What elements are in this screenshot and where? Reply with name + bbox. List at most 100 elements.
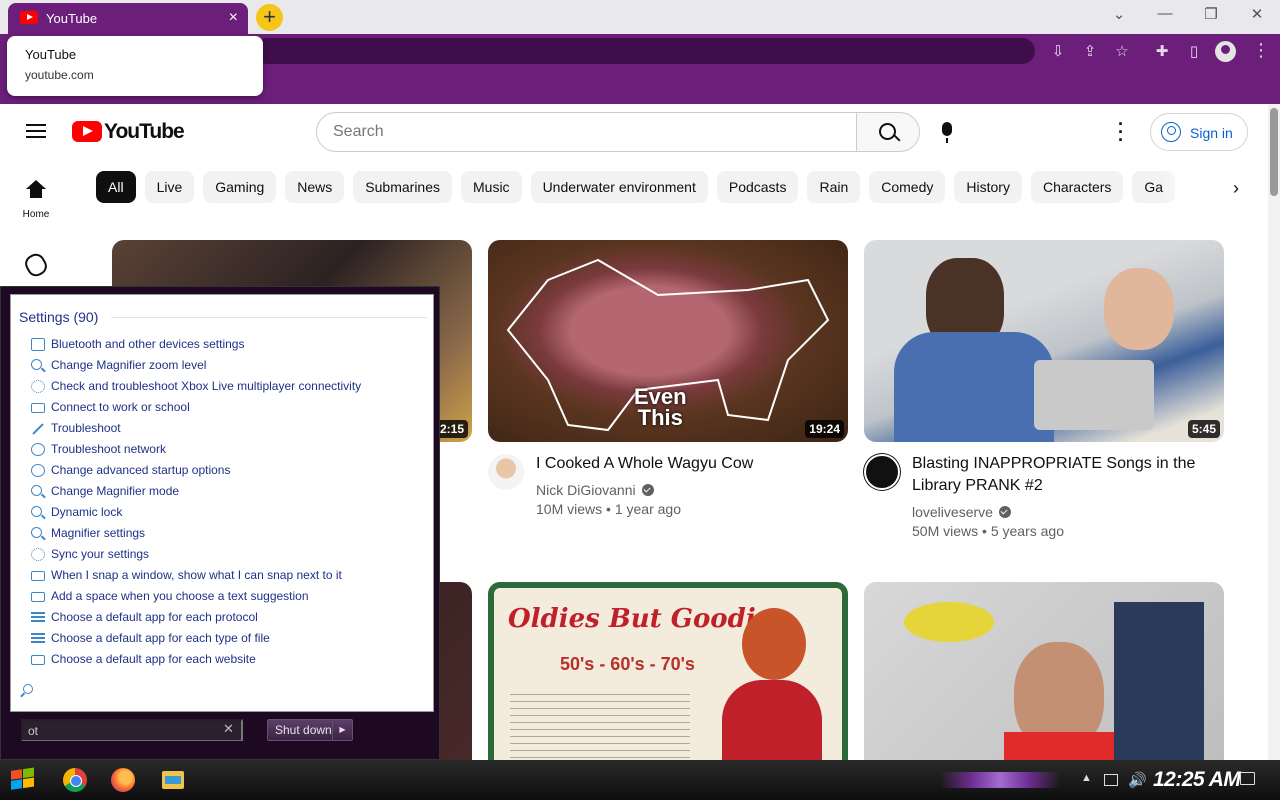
video-title-wagyu[interactable]: I Cooked A Whole Wagyu Cow: [536, 453, 846, 475]
new-tab-button[interactable]: +: [256, 4, 283, 31]
chip-history[interactable]: History: [954, 171, 1022, 203]
snap-icon: [31, 571, 45, 581]
results-category-header[interactable]: Settings (90): [19, 309, 98, 325]
result-item[interactable]: Change advanced startup options: [31, 460, 361, 481]
chip-submarines[interactable]: Submarines: [353, 171, 452, 203]
chip-gaming[interactable]: Gaming: [203, 171, 277, 203]
guide-menu-icon[interactable]: [26, 124, 46, 139]
taskbar-clock[interactable]: 12:25 AM: [1153, 768, 1241, 792]
page-scrollbar[interactable]: [1268, 104, 1280, 760]
result-item[interactable]: Add a space when you choose a text sugge…: [31, 586, 361, 607]
result-item[interactable]: Troubleshoot network: [31, 439, 361, 460]
start-search-input[interactable]: [21, 719, 243, 741]
shutdown-options-arrow-icon[interactable]: ▶: [332, 720, 352, 740]
video-thumbnail-wagyu[interactable]: Even This 19:24: [488, 240, 848, 442]
settings-more-icon[interactable]: · · ·: [1113, 115, 1129, 149]
browser-menu-icon[interactable]: ⋮: [1252, 40, 1270, 61]
clear-search-icon[interactable]: ✕: [223, 721, 234, 737]
result-item[interactable]: Bluetooth and other devices settings: [31, 334, 361, 355]
list-icon: [31, 632, 45, 645]
tab-hover-card: YouTube youtube.com: [7, 36, 263, 96]
video-meta-prank: 50M views • 5 years ago: [912, 523, 1064, 539]
channel-avatar-nick[interactable]: [488, 454, 524, 490]
youtube-favicon-icon: [20, 11, 38, 24]
search-button[interactable]: [856, 112, 920, 152]
history-icon: [31, 464, 45, 477]
gear-icon: [31, 380, 45, 393]
chip-news[interactable]: News: [285, 171, 345, 203]
result-item[interactable]: Dynamic lock: [31, 502, 361, 523]
taskbar: ▲ 🔊 12:25 AM: [0, 760, 1280, 800]
chip-music[interactable]: Music: [461, 171, 522, 203]
result-item[interactable]: Magnifier settings: [31, 523, 361, 544]
tab-search-chevron-icon[interactable]: ⌄: [1104, 5, 1134, 23]
search-input[interactable]: [316, 112, 857, 152]
taco-hat-graphic: [904, 602, 994, 642]
result-item[interactable]: Connect to work or school: [31, 397, 361, 418]
result-item[interactable]: Change Magnifier zoom level: [31, 355, 361, 376]
result-item[interactable]: Check and troubleshoot Xbox Live multipl…: [31, 376, 361, 397]
network-icon[interactable]: [1104, 774, 1118, 786]
restore-button[interactable]: ❐: [1196, 5, 1226, 23]
minimize-button[interactable]: —: [1150, 5, 1180, 22]
result-label: Choose a default app for each protocol: [51, 610, 258, 624]
shut-down-label: Shut down: [275, 723, 332, 737]
result-item[interactable]: When I snap a window, show what I can sn…: [31, 565, 361, 586]
result-label: Magnifier settings: [51, 526, 146, 540]
result-label: Change Magnifier zoom level: [51, 358, 207, 372]
result-item[interactable]: Change Magnifier mode: [31, 481, 361, 502]
pinup-dress-graphic: [722, 680, 822, 760]
chip-comedy[interactable]: Comedy: [869, 171, 946, 203]
voice-search-mic-icon[interactable]: [942, 122, 952, 143]
result-item[interactable]: Choose a default app for each protocol: [31, 607, 361, 628]
channel-name-loveliveserve[interactable]: loveliveserve: [912, 504, 1011, 520]
side-panel-icon[interactable]: ▯: [1184, 42, 1204, 60]
volume-icon[interactable]: 🔊: [1128, 771, 1147, 789]
browser-tab-youtube[interactable]: YouTube ×: [8, 3, 248, 34]
scrollbar-thumb[interactable]: [1270, 108, 1278, 196]
channel-avatar-loveliveserve[interactable]: [864, 454, 900, 490]
chip-podcasts[interactable]: Podcasts: [716, 171, 799, 203]
list-icon: [31, 611, 45, 624]
video-title-prank[interactable]: Blasting INAPPROPRIATE Songs in the Libr…: [912, 453, 1212, 497]
upload-age: 1 year ago: [614, 501, 681, 517]
see-more-search-icon[interactable]: [19, 683, 33, 697]
key-icon: [31, 506, 42, 517]
result-item[interactable]: Troubleshoot: [31, 418, 361, 439]
profile-avatar[interactable]: [1215, 41, 1236, 62]
chip-rain[interactable]: Rain: [807, 171, 861, 203]
wrench-icon: [31, 422, 45, 435]
video-thumbnail-prank[interactable]: 5:45: [864, 240, 1224, 442]
address-bar[interactable]: [255, 38, 1035, 64]
sign-in-button[interactable]: Sign in: [1150, 113, 1248, 151]
result-item[interactable]: Choose a default app for each type of fi…: [31, 628, 361, 649]
bookmark-star-icon[interactable]: ☆: [1112, 42, 1132, 60]
chip-all[interactable]: All: [96, 171, 136, 203]
extensions-puzzle-icon[interactable]: ✚: [1152, 42, 1172, 60]
result-label: Bluetooth and other devices settings: [51, 337, 245, 351]
channel-name-nick[interactable]: Nick DiGiovanni: [536, 482, 654, 498]
shorts-icon[interactable]: [21, 250, 51, 280]
tray-overflow-chevron-icon[interactable]: ▲: [1081, 772, 1092, 784]
taskbar-chrome-icon[interactable]: [63, 768, 87, 792]
tab-close-icon[interactable]: ×: [229, 9, 238, 27]
desktop: YouTube × + ⌄ — ❐ ✕ ⇩ ⇪ ☆ ✚ ▯ ⋮ YouTube …: [0, 0, 1280, 800]
result-label: Change advanced startup options: [51, 463, 231, 477]
taskbar-file-explorer-icon[interactable]: [162, 771, 184, 789]
chip-live[interactable]: Live: [144, 171, 195, 203]
taskbar-firefox-icon[interactable]: [111, 768, 135, 792]
result-item[interactable]: Choose a default app for each website: [31, 649, 361, 670]
sidebar-item-home[interactable]: Home: [18, 180, 54, 220]
start-button-windows-icon[interactable]: [9, 767, 37, 793]
install-icon[interactable]: ⇩: [1048, 42, 1068, 60]
share-icon[interactable]: ⇪: [1080, 42, 1100, 60]
chip-next-chevron-icon[interactable]: ›: [1226, 178, 1246, 199]
action-center-icon[interactable]: [1240, 772, 1255, 785]
chip-characters[interactable]: Characters: [1030, 171, 1124, 203]
chip-underwater-environment[interactable]: Underwater environment: [530, 171, 708, 203]
video-thumbnail-6[interactable]: [864, 582, 1224, 760]
video-thumbnail-oldies[interactable]: Oldies But Goodies 50's - 60's - 70's: [488, 582, 848, 760]
shut-down-button[interactable]: Shut down ▶: [267, 719, 353, 741]
result-item[interactable]: Sync your settings: [31, 544, 361, 565]
close-window-button[interactable]: ✕: [1242, 5, 1272, 23]
